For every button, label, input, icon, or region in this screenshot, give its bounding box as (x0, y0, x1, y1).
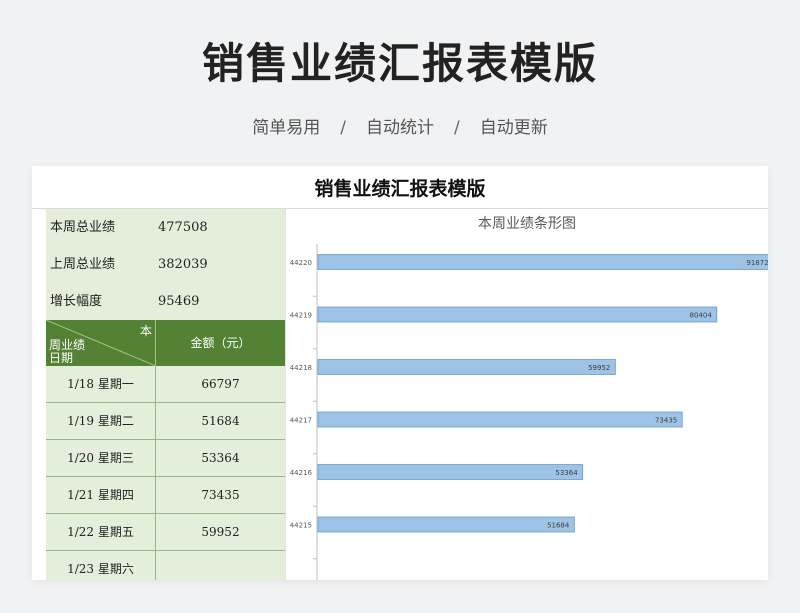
bar (317, 516, 575, 533)
bar (317, 359, 616, 375)
summary-last-week: 上周总业绩 382039 (46, 246, 285, 283)
date-cell: 1/18 星期一 (46, 366, 156, 403)
summary-this-week: 本周总业绩 477508 (46, 209, 285, 246)
tagline: 简单易用 / 自动统计 / 自动更新 (0, 113, 800, 138)
category-tick-label: 44220 (290, 259, 312, 267)
summary-label: 上周总业绩 (50, 257, 116, 272)
bar (317, 254, 768, 270)
chart-title: 本周业绩条形图 (478, 215, 576, 232)
table-row: 1/19 星期二 51684 (46, 403, 285, 440)
summary-value: 95469 (158, 294, 200, 309)
page-title: 销售业绩汇报表模版 (201, 39, 598, 88)
tag-separator: / (340, 118, 346, 138)
date-cell: 1/22 星期五 (46, 514, 156, 551)
date-cell: 1/23 星期六 (46, 551, 156, 580)
bar (317, 306, 718, 323)
tag-separator: / (454, 118, 460, 138)
summary-growth: 增长幅度 95469 (46, 283, 285, 320)
tag-auto-update: 自动更新 (479, 118, 548, 138)
summary-label: 本周总业绩 (50, 220, 116, 235)
table-row: 1/18 星期一 66797 (46, 366, 285, 403)
amount-cell: 73435 (201, 488, 240, 502)
tag-auto-stat: 自动统计 (366, 118, 434, 138)
table-header: 本 周业绩 日期 金额（元） (46, 320, 285, 366)
bar-chart: 本周业绩条形图 44220 91872 44219 80404 44218 59952 44… (290, 215, 768, 580)
table-row: 1/22 星期五 59952 (46, 514, 285, 551)
date-cell: 1/20 星期三 (46, 440, 156, 477)
tag-easy: 简单易用 (252, 118, 321, 138)
category-tick-label: 44217 (290, 417, 312, 425)
bar-value-label: 73435 (655, 417, 677, 425)
summary-value: 477508 (158, 220, 208, 235)
sales-table-panel: 本周总业绩 477508 上周总业绩 382039 增长幅度 95469 本 周… (46, 209, 285, 580)
date-cell: 1/21 星期四 (46, 477, 156, 514)
amount-column-header: 金额（元） (190, 336, 251, 350)
corner-bottom-label: 日期 (49, 351, 74, 365)
category-tick-label: 44218 (290, 364, 312, 372)
amount-cell: 59952 (201, 525, 240, 539)
amount-cell: 51684 (201, 414, 240, 428)
table-row: 1/20 星期三 53364 (46, 440, 285, 477)
bar-value-label: 59952 (588, 364, 610, 372)
sheet-title: 销售业绩汇报表模版 (314, 178, 486, 200)
corner-top-label: 本 (139, 324, 152, 338)
bar-value-label: 51684 (547, 522, 570, 530)
bar (317, 411, 683, 428)
bar (317, 464, 584, 480)
category-tick-label: 44215 (290, 522, 312, 530)
table-row: 1/23 星期六 (46, 551, 285, 580)
spreadsheet-preview: 销售业绩汇报表模版 本周总业绩 477508 上周总业绩 382039 增长幅度… (32, 166, 768, 580)
category-tick-label: 44219 (290, 312, 312, 320)
summary-value: 382039 (158, 257, 208, 272)
category-tick-label: 44216 (290, 469, 313, 477)
amount-cell: 66797 (201, 377, 240, 391)
summary-label: 增长幅度 (50, 294, 103, 309)
date-cell: 1/19 星期二 (46, 403, 156, 440)
bar-value-label: 80404 (690, 312, 713, 320)
diagonal-header-cell: 本 周业绩 日期 (46, 320, 156, 366)
table-row: 1/21 星期四 73435 (46, 477, 285, 514)
bar-value-label: 91872 (746, 259, 768, 267)
bar-value-label: 53364 (555, 469, 578, 477)
bar-chart-panel: 本周业绩条形图 44220 91872 44219 80404 44218 59952 44… (285, 209, 768, 580)
amount-cell: 53364 (201, 451, 240, 465)
